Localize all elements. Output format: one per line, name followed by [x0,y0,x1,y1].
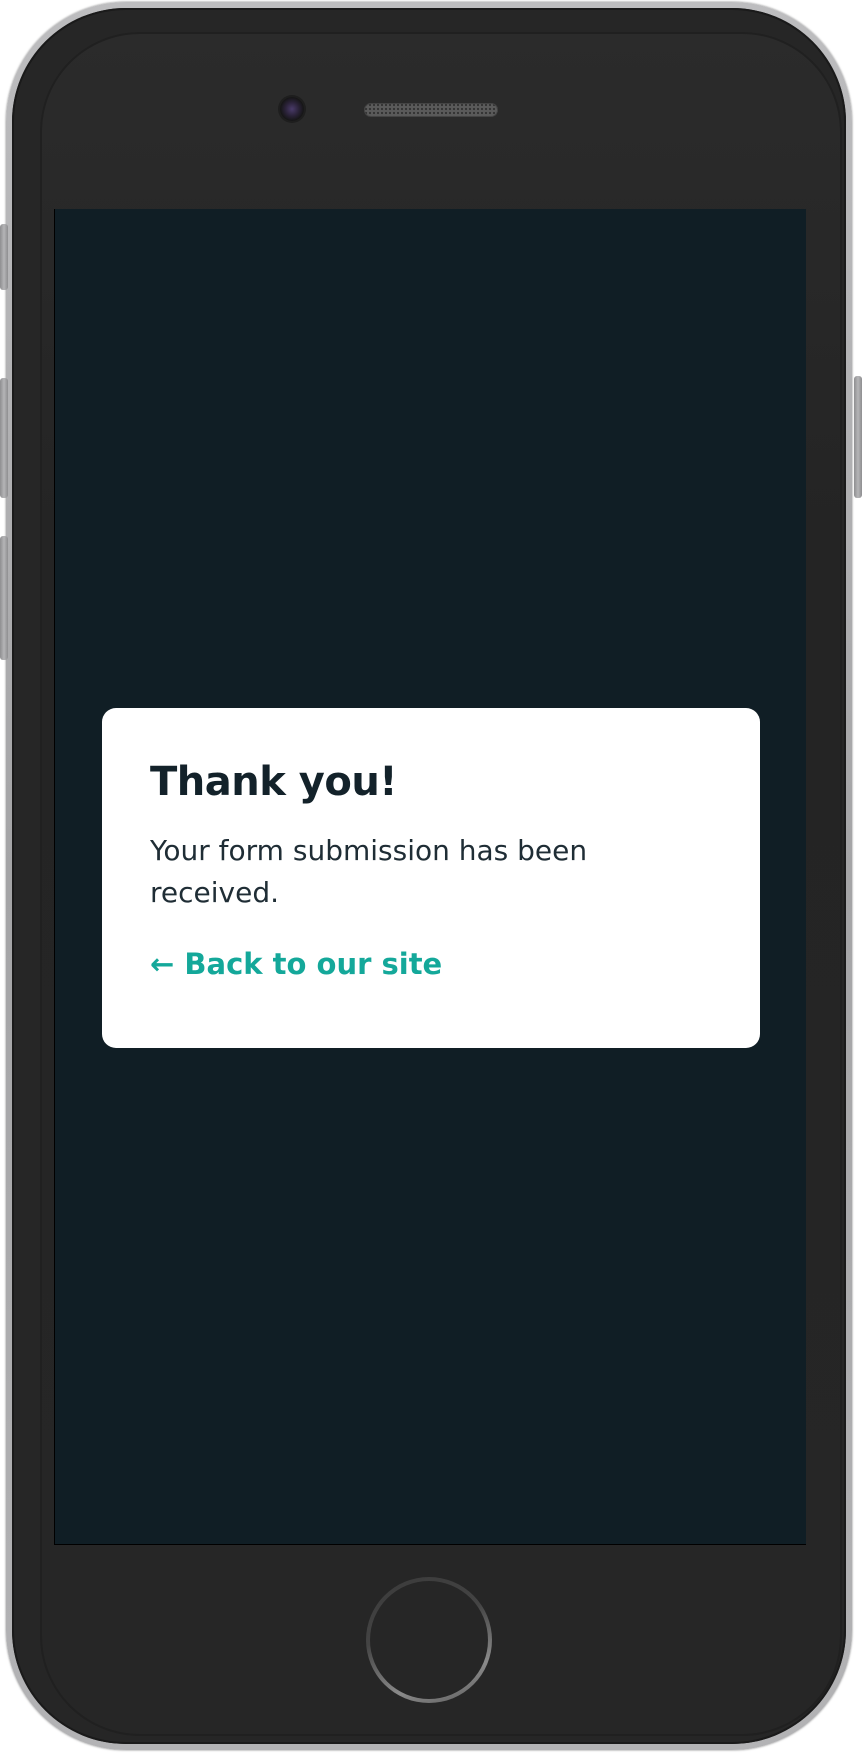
camera-icon [280,97,304,121]
phone-screen: Thank you! Your form submission has been… [54,209,806,1545]
power-button [854,376,862,498]
confirmation-card: Thank you! Your form submission has been… [102,708,760,1048]
volume-down-button [0,536,8,660]
mute-switch [0,224,8,290]
page-canvas: Thank you! Your form submission has been… [0,0,862,1754]
home-button[interactable] [366,1577,492,1703]
confirmation-title: Thank you! [150,759,398,805]
volume-up-button [0,378,8,498]
confirmation-message: Your form submission has been received. [150,834,588,909]
back-to-site-link[interactable]: ← Back to our site [150,944,442,984]
speaker-grille [364,103,498,117]
